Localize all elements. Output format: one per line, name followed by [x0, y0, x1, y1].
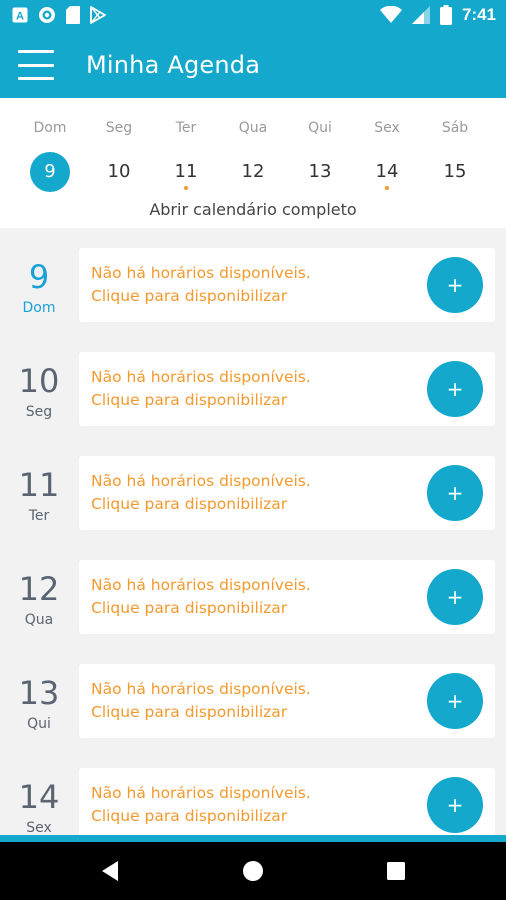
back-icon[interactable]: [80, 842, 140, 900]
wifi-icon: [379, 6, 402, 23]
bottom-accent-strip: [0, 835, 506, 842]
play-store-icon: [90, 6, 106, 24]
availability-card[interactable]: Não há horários disponíveis. Clique para…: [79, 456, 495, 530]
day-name: Seg: [25, 404, 53, 420]
add-slot-button[interactable]: +: [427, 569, 483, 625]
day-number: 14: [18, 778, 60, 816]
click-to-add-text: Clique para disponibilizar: [91, 599, 288, 617]
status-left-icons: A: [12, 6, 106, 24]
system-nav-bar: [0, 842, 506, 900]
week-day-number[interactable]: 13: [300, 152, 340, 192]
day-number: 10: [18, 362, 60, 400]
day-number: 13: [18, 674, 60, 712]
status-time: 7:41: [461, 5, 496, 24]
availability-message: Não há horários disponíveis. Clique para…: [91, 470, 311, 516]
no-slots-text: Não há horários disponíveis.: [91, 472, 311, 490]
schedule-day-row: 14 Sex Não há horários disponíveis. Cliq…: [0, 748, 506, 835]
app-bar: Minha Agenda: [0, 32, 506, 98]
week-day-name: Dom: [33, 120, 67, 136]
availability-card[interactable]: Não há horários disponíveis. Clique para…: [79, 248, 495, 322]
day-name: Sex: [26, 820, 52, 835]
day-name: Dom: [22, 300, 56, 316]
availability-message: Não há horários disponíveis. Clique para…: [91, 574, 311, 620]
week-day-name: Sáb: [441, 120, 469, 136]
home-icon[interactable]: [223, 842, 283, 900]
no-slots-text: Não há horários disponíveis.: [91, 680, 311, 698]
week-day-name: Qui: [308, 120, 332, 136]
sd-card-icon: [66, 6, 80, 24]
open-calendar-link[interactable]: Abrir calendário completo: [0, 200, 506, 219]
click-to-add-text: Clique para disponibilizar: [91, 495, 288, 513]
status-right-icons: 7:41: [379, 5, 496, 25]
schedule-day-row: 9 Dom Não há horários disponíveis. Cliqu…: [0, 228, 506, 332]
click-to-add-text: Clique para disponibilizar: [91, 807, 288, 825]
add-slot-button[interactable]: +: [427, 361, 483, 417]
click-to-add-text: Clique para disponibilizar: [91, 287, 288, 305]
recents-icon[interactable]: [366, 842, 426, 900]
no-slots-text: Não há horários disponíveis.: [91, 368, 311, 386]
day-name: Qui: [27, 716, 51, 732]
availability-message: Não há horários disponíveis. Clique para…: [91, 678, 311, 724]
availability-card[interactable]: Não há horários disponíveis. Clique para…: [79, 560, 495, 634]
battery-icon: [439, 5, 452, 25]
event-dot: [184, 186, 188, 190]
schedule-day-row: 10 Seg Não há horários disponíveis. Cliq…: [0, 332, 506, 436]
week-day-name: Qua: [238, 120, 268, 136]
event-dot: [385, 186, 389, 190]
click-to-add-text: Clique para disponibilizar: [91, 703, 288, 721]
week-day-number[interactable]: 10: [99, 152, 139, 192]
availability-message: Não há horários disponíveis. Clique para…: [91, 782, 311, 828]
schedule-day-row: 12 Qua Não há horários disponíveis. Cliq…: [0, 540, 506, 644]
day-name: Qua: [24, 612, 54, 628]
schedule-day-row: 11 Ter Não há horários disponíveis. Cliq…: [0, 436, 506, 540]
week-day-name: Sex: [374, 120, 400, 136]
day-name: Ter: [28, 508, 50, 524]
day-number: 11: [18, 466, 60, 504]
hamburger-icon[interactable]: [18, 48, 54, 82]
day-number: 9: [28, 258, 50, 296]
day-number: 12: [18, 570, 60, 608]
no-slots-text: Não há horários disponíveis.: [91, 576, 311, 594]
no-slots-text: Não há horários disponíveis.: [91, 784, 311, 802]
schedule-day-row: 13 Qui Não há horários disponíveis. Cliq…: [0, 644, 506, 748]
add-slot-button[interactable]: +: [427, 777, 483, 833]
add-slot-button[interactable]: +: [427, 465, 483, 521]
week-day-name: Ter: [175, 120, 197, 136]
add-slot-button[interactable]: +: [427, 673, 483, 729]
no-slots-text: Não há horários disponíveis.: [91, 264, 311, 282]
availability-card[interactable]: Não há horários disponíveis. Clique para…: [79, 352, 495, 426]
availability-message: Não há horários disponíveis. Clique para…: [91, 366, 311, 412]
week-strip: Dom 9 Seg 10 Ter 11 Qua 12 Qui 13 Sex 14…: [0, 98, 506, 228]
schedule-list[interactable]: 9 Dom Não há horários disponíveis. Cliqu…: [0, 228, 506, 835]
week-day-number[interactable]: 15: [435, 152, 475, 192]
availability-card[interactable]: Não há horários disponíveis. Clique para…: [79, 768, 495, 835]
status-bar: A 7:41: [0, 0, 506, 32]
click-to-add-text: Clique para disponibilizar: [91, 391, 288, 409]
add-slot-button[interactable]: +: [427, 257, 483, 313]
week-day-name: Seg: [105, 120, 133, 136]
availability-message: Não há horários disponíveis. Clique para…: [91, 262, 311, 308]
availability-card[interactable]: Não há horários disponíveis. Clique para…: [79, 664, 495, 738]
week-day-number[interactable]: 12: [233, 152, 273, 192]
svg-text:A: A: [16, 11, 24, 23]
signal-icon: [411, 6, 430, 24]
circle-icon: [39, 7, 55, 23]
font-icon: A: [12, 7, 28, 23]
week-day-number-selected[interactable]: 9: [30, 152, 70, 192]
page-title: Minha Agenda: [86, 51, 261, 79]
